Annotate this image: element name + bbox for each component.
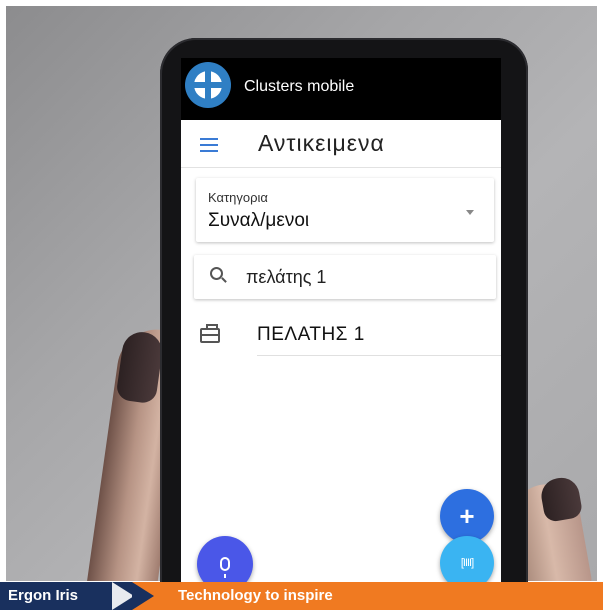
brand-name: Ergon Iris <box>8 587 79 604</box>
footer-banner: Ergon Iris Technology to inspire <box>0 582 603 610</box>
hamburger-menu-icon[interactable] <box>200 138 218 152</box>
banner-arrow <box>132 582 154 610</box>
banner-arrow-outline <box>112 582 134 610</box>
category-select[interactable]: Κατηγορια Συναλ/μενοι <box>196 178 494 242</box>
dropdown-arrow-icon <box>466 210 474 215</box>
search-bar <box>194 255 496 299</box>
app-logo-icon <box>185 62 231 108</box>
page-header: Αντικειμενα <box>181 120 501 168</box>
list-item[interactable]: ΠΕΛΑΤΗΣ 1 <box>181 316 501 356</box>
add-button[interactable]: + <box>440 489 494 543</box>
tagline: Technology to inspire <box>178 587 333 604</box>
briefcase-icon <box>200 324 220 343</box>
category-value: Συναλ/μενοι <box>208 210 310 231</box>
category-label: Κατηγορια <box>208 190 268 205</box>
app-title: Clusters mobile <box>244 78 355 95</box>
list-divider <box>257 355 501 356</box>
microphone-icon <box>220 557 230 578</box>
search-icon <box>210 267 223 280</box>
right-fingernail <box>538 475 584 523</box>
page-title: Αντικειμενα <box>258 130 385 156</box>
list-item-label: ΠΕΛΑΤΗΣ 1 <box>257 324 365 345</box>
search-input[interactable] <box>246 264 486 290</box>
